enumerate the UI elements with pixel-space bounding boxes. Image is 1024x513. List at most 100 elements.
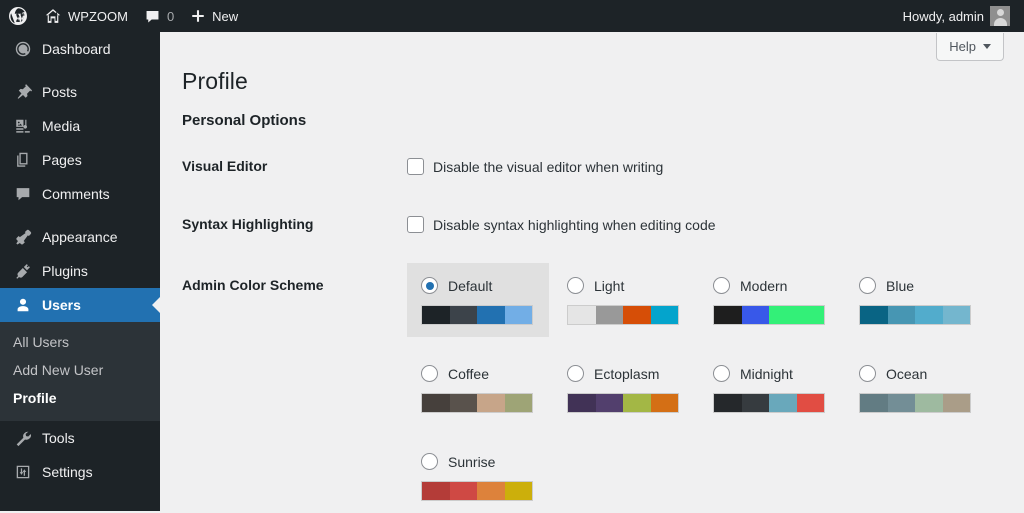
submenu-item-all-users[interactable]: All Users: [0, 328, 160, 356]
color-scheme-swatch: [859, 305, 971, 325]
help-tab-button[interactable]: Help: [936, 33, 1004, 61]
sidebar-item-posts[interactable]: Posts: [0, 75, 160, 109]
swatch-color-2: [623, 394, 651, 412]
color-scheme-name: Light: [594, 277, 625, 294]
swatch-color-2: [477, 394, 505, 412]
color-scheme-option-modern[interactable]: Modern: [699, 263, 841, 337]
sidebar-item-comments[interactable]: Comments: [0, 177, 160, 211]
admin-bar: WPZOOM 0 New Howdy, admin: [0, 0, 1024, 32]
color-scheme-name: Coffee: [448, 365, 489, 382]
swatch-color-1: [887, 394, 915, 412]
color-scheme-option-default[interactable]: Default: [407, 263, 549, 337]
swatch-color-3: [796, 394, 824, 412]
color-scheme-radio[interactable]: [567, 277, 584, 294]
sidebar-item-pages[interactable]: Pages: [0, 143, 160, 177]
color-scheme-option-light[interactable]: Light: [553, 263, 695, 337]
swatch-color-0: [422, 394, 450, 412]
submenu-item-add-new-user[interactable]: Add New User: [0, 356, 160, 384]
color-scheme-head: Ocean: [859, 365, 977, 382]
dashboard-gauge-icon: [13, 39, 33, 59]
submenu-item-profile[interactable]: Profile: [0, 384, 160, 412]
section-heading-personal-options: Personal Options: [182, 112, 307, 130]
sidebar-item-plugins[interactable]: Plugins: [0, 254, 160, 288]
my-account-menu[interactable]: Howdy, admin: [895, 0, 1018, 32]
sidebar-item-dashboard[interactable]: Dashboard: [0, 32, 160, 66]
color-scheme-option-sunrise[interactable]: Sunrise: [407, 439, 549, 513]
swatch-color-3: [942, 394, 970, 412]
swatch-color-2: [477, 306, 505, 324]
swatch-color-3: [650, 394, 678, 412]
color-scheme-option-midnight[interactable]: Midnight: [699, 351, 841, 425]
color-scheme-radio[interactable]: [859, 365, 876, 382]
menu-separator: [0, 211, 160, 220]
sidebar-item-label: Pages: [42, 152, 82, 168]
wordpress-logo-icon: [8, 6, 28, 26]
wordpress-logo-menu[interactable]: [0, 0, 36, 32]
color-scheme-radio[interactable]: [713, 277, 730, 294]
swatch-color-0: [860, 394, 888, 412]
swatch-color-2: [623, 306, 651, 324]
main-content: Help Profile Personal Options Visual Edi…: [160, 32, 1024, 511]
sidebar-item-label: Posts: [42, 84, 78, 100]
home-icon: [44, 7, 62, 25]
visual-editor-checkbox-label: Disable the visual editor when writing: [433, 158, 664, 175]
swatch-color-0: [568, 306, 596, 324]
color-scheme-head: Light: [567, 277, 685, 294]
sidebar-item-label: Users: [42, 297, 81, 313]
color-scheme-option-blue[interactable]: Blue: [845, 263, 987, 337]
color-scheme-radio[interactable]: [421, 453, 438, 470]
plug-icon: [13, 261, 33, 281]
admin-sidebar-menu: Dashboard Posts Media Pages Comments App…: [0, 32, 160, 511]
sidebar-item-label: Settings: [42, 464, 93, 480]
color-scheme-name: Ectoplasm: [594, 365, 660, 382]
visual-editor-checkbox-row[interactable]: Disable the visual editor when writing: [407, 158, 663, 175]
menu-separator: [0, 66, 160, 75]
pages-stack-icon: [13, 150, 33, 170]
admin-color-scheme-label: Admin Color Scheme: [182, 277, 324, 293]
color-scheme-option-ocean[interactable]: Ocean: [845, 351, 987, 425]
swatch-color-3: [504, 394, 532, 412]
comments-count: 0: [166, 8, 175, 24]
users-submenu: All Users Add New User Profile: [0, 322, 160, 421]
syntax-highlighting-checkbox[interactable]: [407, 216, 424, 233]
color-scheme-head: Blue: [859, 277, 977, 294]
sidebar-item-label: Plugins: [42, 263, 88, 279]
swatch-color-0: [714, 306, 742, 324]
visual-editor-checkbox[interactable]: [407, 158, 424, 175]
new-label: New: [212, 8, 239, 24]
color-scheme-radio[interactable]: [421, 277, 438, 294]
syntax-highlighting-checkbox-row[interactable]: Disable syntax highlighting when editing…: [407, 216, 716, 233]
sidebar-item-appearance[interactable]: Appearance: [0, 220, 160, 254]
swatch-color-1: [595, 394, 623, 412]
swatch-color-0: [568, 394, 596, 412]
sidebar-item-settings[interactable]: Settings: [0, 455, 160, 489]
color-scheme-radio[interactable]: [859, 277, 876, 294]
color-scheme-head: Default: [421, 277, 539, 294]
new-content-menu[interactable]: New: [182, 0, 246, 32]
sidebar-item-label: Tools: [42, 430, 75, 446]
color-scheme-head: Coffee: [421, 365, 539, 382]
paintbrush-icon: [13, 227, 33, 247]
color-scheme-head: Midnight: [713, 365, 831, 382]
visual-editor-field: Disable the visual editor when writing: [407, 158, 663, 175]
swatch-color-3: [650, 306, 678, 324]
sidebar-item-tools[interactable]: Tools: [0, 421, 160, 455]
color-scheme-name: Midnight: [740, 365, 793, 382]
swatch-color-2: [769, 394, 797, 412]
comments-menu[interactable]: 0: [136, 0, 182, 32]
help-label: Help: [949, 39, 976, 54]
comment-bubble-icon: [13, 184, 33, 204]
site-name-menu[interactable]: WPZOOM: [36, 0, 136, 32]
swatch-color-0: [422, 482, 450, 500]
swatch-color-0: [860, 306, 888, 324]
color-scheme-option-coffee[interactable]: Coffee: [407, 351, 549, 425]
sidebar-item-users[interactable]: Users: [0, 288, 160, 322]
color-scheme-radio[interactable]: [421, 365, 438, 382]
color-scheme-swatch: [713, 393, 825, 413]
color-scheme-option-ectoplasm[interactable]: Ectoplasm: [553, 351, 695, 425]
howdy-label: Howdy, admin: [902, 8, 984, 24]
color-scheme-radio[interactable]: [567, 365, 584, 382]
color-scheme-radio[interactable]: [713, 365, 730, 382]
sidebar-item-media[interactable]: Media: [0, 109, 160, 143]
syntax-highlighting-field: Disable syntax highlighting when editing…: [407, 216, 716, 233]
